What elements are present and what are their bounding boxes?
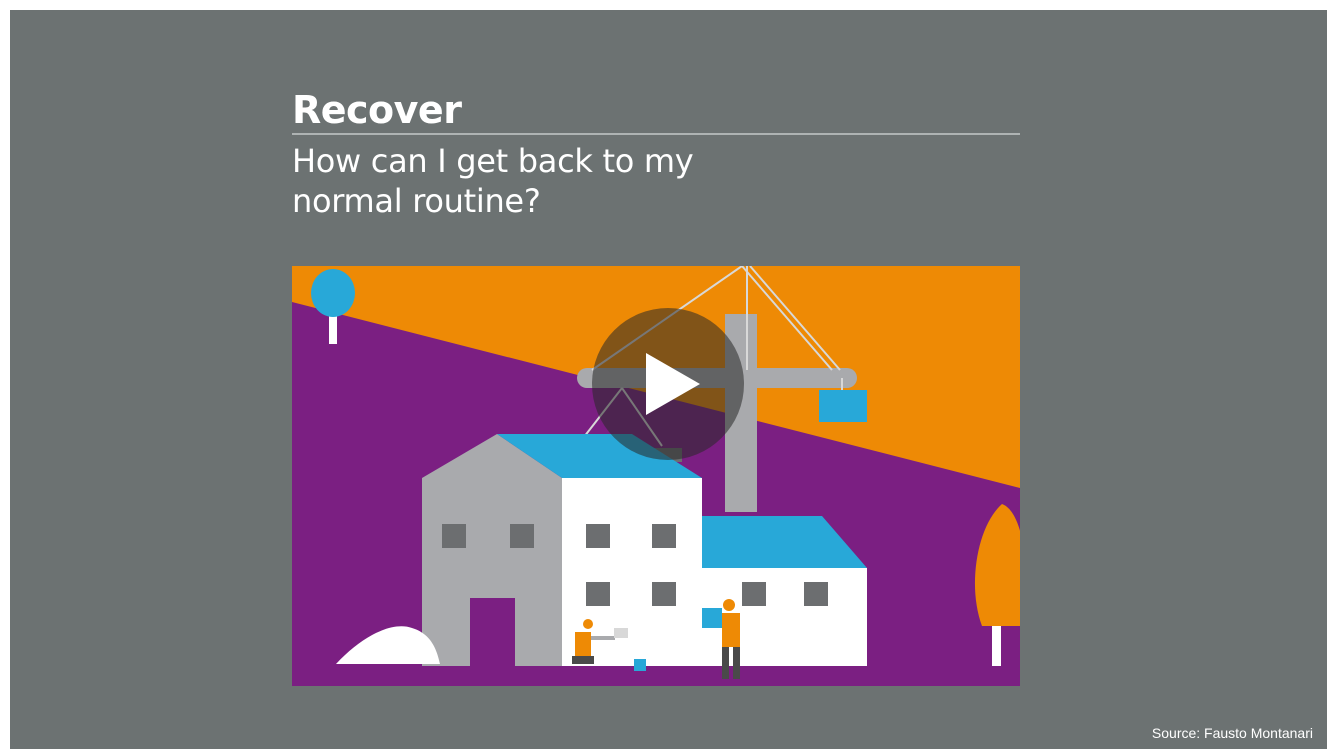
crane-container	[819, 390, 867, 422]
blue-tree	[311, 269, 355, 317]
house-door	[470, 598, 515, 666]
page-subtitle: How can I get back to my normal routine?	[292, 142, 694, 220]
play-button[interactable]	[592, 308, 744, 460]
source-credit: Source: Fausto Montanari	[1151, 725, 1313, 741]
page-title: Recover	[292, 88, 462, 132]
heading-block: Recover How can I get back to my normal …	[292, 88, 1020, 221]
slide: Recover How can I get back to my normal …	[10, 10, 1327, 749]
play-icon	[646, 353, 700, 415]
title-divider	[292, 133, 1020, 135]
video-player[interactable]	[292, 266, 1020, 686]
